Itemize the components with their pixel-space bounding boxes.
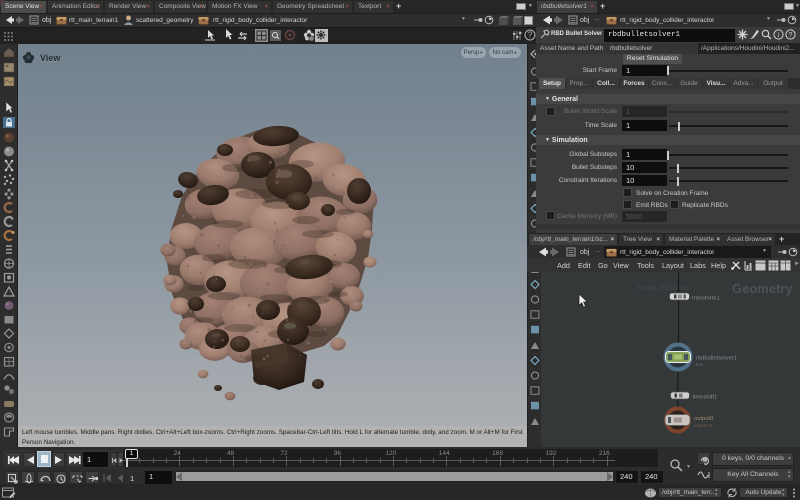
svg-text:?: ?: [528, 31, 533, 40]
svg-text:9 a: 9 a: [696, 362, 703, 367]
svg-text:transform1: transform1: [692, 296, 720, 302]
svg-text:output0: output0: [694, 416, 713, 422]
svg-text:Indie Edition: Indie Edition: [637, 283, 688, 293]
svg-text:rbdbulletsolver1: rbdbulletsolver1: [696, 356, 737, 362]
svg-text:timeshift1: timeshift1: [693, 395, 718, 401]
svg-text:?: ?: [789, 32, 793, 39]
svg-text:Geometry: Geometry: [732, 281, 793, 296]
svg-text:i: i: [778, 31, 780, 39]
svg-text:output #1: output #1: [694, 423, 713, 428]
